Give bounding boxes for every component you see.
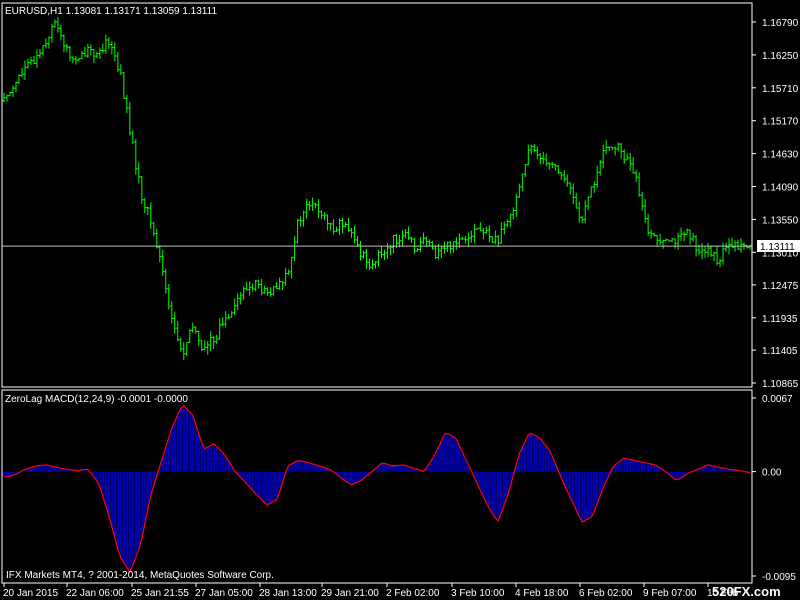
time-tick-label: 20 Jan 2015 bbox=[3, 588, 58, 599]
current-price-label: 1.13111 bbox=[760, 242, 795, 253]
macd-tick-label: -0.0095 bbox=[762, 572, 796, 583]
time-tick-label: 9 Feb 07:00 bbox=[643, 588, 697, 599]
price-tick-label: 1.16790 bbox=[762, 18, 799, 29]
watermark: 520FX.com bbox=[712, 584, 781, 599]
metatrader-chart[interactable]: 1.16790 1.16250 1.15710 1.15170 1.14630 1.140… bbox=[0, 0, 800, 600]
symbol-header: EURUSD,H1 1.13081 1.13171 1.13059 1.1311… bbox=[5, 6, 217, 17]
time-tick-label: 3 Feb 10:00 bbox=[451, 588, 505, 599]
price-tick-label: 1.16250 bbox=[762, 51, 799, 62]
copyright-text: IFX Markets MT4, ? 2001-2014, MetaQuotes… bbox=[6, 570, 274, 581]
time-tick-label: 29 Jan 21:00 bbox=[321, 588, 379, 599]
time-tick-label: 6 Feb 02:00 bbox=[579, 588, 633, 599]
time-tick-label: 25 Jan 21:55 bbox=[131, 588, 189, 599]
price-tick-label: 1.15710 bbox=[762, 84, 799, 95]
macd-tick-label: 0.00 bbox=[762, 468, 782, 479]
time-tick-label: 28 Jan 13:00 bbox=[259, 588, 317, 599]
price-tick-label: 1.15170 bbox=[762, 117, 799, 128]
price-tick-label: 1.10865 bbox=[762, 379, 799, 390]
macd-tick-label: 0.0067 bbox=[762, 394, 793, 405]
price-tick-label: 1.11405 bbox=[762, 346, 798, 357]
indicator-header: ZeroLag MACD(12,24,9) -0.0001 -0.0000 bbox=[5, 394, 188, 405]
price-tick-label: 1.11935 bbox=[762, 314, 798, 325]
time-tick-label: 4 Feb 18:00 bbox=[515, 588, 569, 599]
time-tick-label: 27 Jan 05:00 bbox=[195, 588, 253, 599]
time-tick-label: 22 Jan 06:00 bbox=[66, 588, 124, 599]
price-tick-label: 1.12475 bbox=[762, 281, 799, 292]
time-tick-label: 2 Feb 02:00 bbox=[386, 588, 440, 599]
price-tick-label: 1.14090 bbox=[762, 183, 799, 194]
price-tick-label: 1.14630 bbox=[762, 150, 799, 161]
price-tick-label: 1.13550 bbox=[762, 215, 799, 226]
